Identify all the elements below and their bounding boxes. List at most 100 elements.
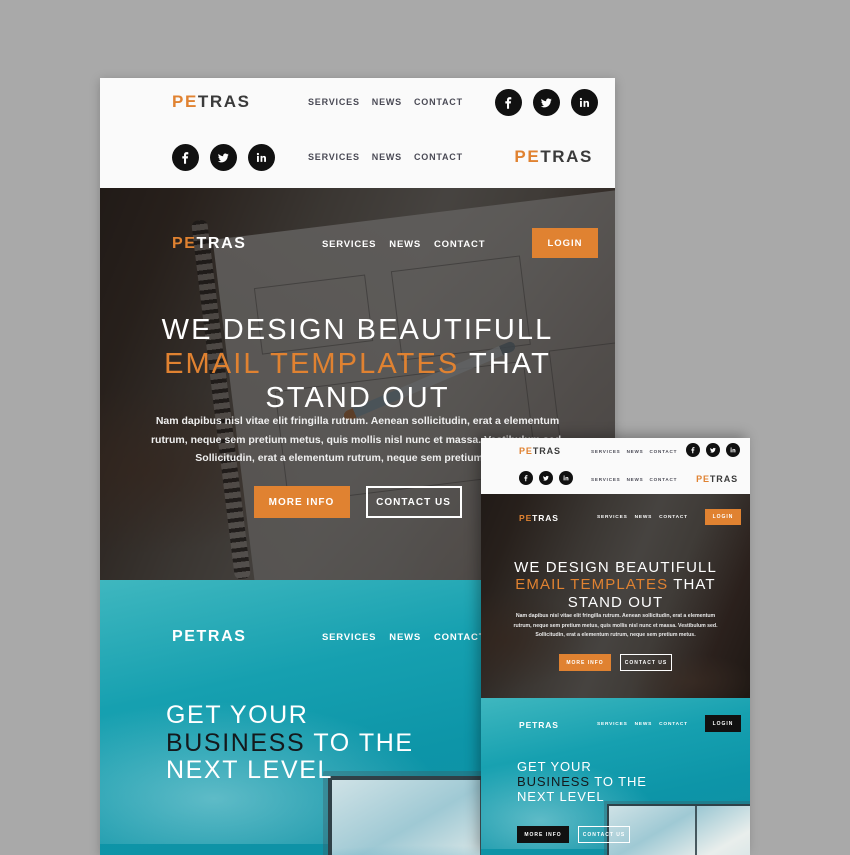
nav-item-news[interactable]: NEWS xyxy=(389,239,421,250)
logo-white[interactable]: PETRAS xyxy=(519,720,559,730)
nav-item-services[interactable]: SERVICES xyxy=(591,477,621,482)
facebook-icon[interactable] xyxy=(686,443,700,457)
header-variants-block: PETRAS SERVICES NEWS CONTACT SERVICES NE… xyxy=(100,78,615,188)
social-links-alt xyxy=(172,144,275,171)
hero-headline: WE DESIGN BEAUTIFULL EMAIL TEMPLATES THA… xyxy=(100,316,615,418)
more-info-button[interactable]: MORE INFO xyxy=(559,654,611,671)
contact-us-button[interactable]: CONTACT US xyxy=(365,486,462,518)
twitter-icon[interactable] xyxy=(210,144,237,171)
nav-item-news[interactable]: NEWS xyxy=(627,477,644,482)
nav-item-news[interactable]: NEWS xyxy=(372,152,402,162)
logo-prefix: PE xyxy=(696,474,710,484)
logo-suffix: TRAS xyxy=(197,92,251,111)
headline-line-3: NEXT LEVEL xyxy=(166,756,334,784)
logo[interactable]: PETRAS xyxy=(519,446,561,456)
logo-prefix: PE xyxy=(519,720,533,730)
login-button[interactable]: LOGIN xyxy=(705,715,741,732)
headline-accent: EMAIL TEMPLATES xyxy=(164,348,460,380)
logo[interactable]: PETRAS xyxy=(172,92,251,112)
teal-nav: SERVICES NEWS CONTACT xyxy=(322,632,485,643)
nav-item-services[interactable]: SERVICES xyxy=(308,97,360,107)
logo-suffix: TRAS xyxy=(709,474,738,484)
main-nav: SERVICES NEWS CONTACT xyxy=(591,449,677,454)
nav-item-services[interactable]: SERVICES xyxy=(597,722,628,727)
contact-us-button[interactable]: CONTACT US xyxy=(620,654,672,671)
nav-item-contact[interactable]: CONTACT xyxy=(650,477,678,482)
teal-cta-group: MORE INFO CONTACT US xyxy=(517,826,630,843)
social-links-alt xyxy=(519,471,573,485)
nav-item-services[interactable]: SERVICES xyxy=(322,632,376,643)
twitter-icon[interactable] xyxy=(533,89,560,116)
more-info-button[interactable]: MORE INFO xyxy=(517,826,569,843)
headline-line-2: EMAIL TEMPLATES THAT xyxy=(481,577,750,592)
window-mullion xyxy=(694,806,697,855)
headline-rest: TO THE xyxy=(589,773,647,789)
nav-item-contact[interactable]: CONTACT xyxy=(414,152,463,162)
logo-suffix: TRAS xyxy=(532,446,561,456)
email-template-preview-small: PETRAS SERVICES NEWS CONTACT SERVICES NE… xyxy=(481,438,750,855)
logo[interactable]: PETRAS xyxy=(519,513,559,523)
logo[interactable]: PETRAS xyxy=(172,235,247,253)
nav-item-contact[interactable]: CONTACT xyxy=(414,97,463,107)
linkedin-icon[interactable] xyxy=(559,471,573,485)
logo-prefix: PE xyxy=(519,513,533,523)
nav-item-news[interactable]: NEWS xyxy=(627,449,644,454)
headline-dark-word: BUSINESS xyxy=(517,773,590,789)
logo-white[interactable]: PETRAS xyxy=(172,628,247,646)
headline-rest: TO THE xyxy=(305,728,414,757)
headline-dark-word: BUSINESS xyxy=(166,728,306,757)
facebook-icon[interactable] xyxy=(172,144,199,171)
twitter-icon[interactable] xyxy=(706,443,720,457)
headline-line-1: WE DESIGN BEAUTIFULL xyxy=(161,314,554,346)
social-links xyxy=(686,443,740,457)
screenshot-canvas: PETRAS SERVICES NEWS CONTACT SERVICES NE… xyxy=(0,0,850,855)
twitter-icon[interactable] xyxy=(539,471,553,485)
nav-item-news[interactable]: NEWS xyxy=(635,722,653,727)
nav-item-services[interactable]: SERVICES xyxy=(322,239,376,250)
contact-us-button[interactable]: CONTACT US xyxy=(578,826,630,843)
nav-item-contact[interactable]: CONTACT xyxy=(434,632,485,643)
linkedin-icon[interactable] xyxy=(571,89,598,116)
headline-line-1: GET YOUR xyxy=(517,759,592,774)
nav-item-contact[interactable]: CONTACT xyxy=(659,722,688,727)
headline-line-3: NEXT LEVEL xyxy=(517,788,605,804)
logo-prefix: PE xyxy=(514,147,541,166)
linkedin-icon[interactable] xyxy=(726,443,740,457)
facebook-icon[interactable] xyxy=(495,89,522,116)
facebook-icon[interactable] xyxy=(519,471,533,485)
logo-suffix: TRAS xyxy=(532,720,559,730)
nav-item-services[interactable]: SERVICES xyxy=(597,515,628,520)
more-info-button[interactable]: MORE INFO xyxy=(253,486,350,518)
nav-item-news[interactable]: NEWS xyxy=(372,97,402,107)
logo-suffix: TRAS xyxy=(196,628,247,645)
small-header-variants-block: PETRAS SERVICES NEWS CONTACT SERVICES NE… xyxy=(481,438,750,494)
logo-alt[interactable]: PETRAS xyxy=(696,474,738,484)
small-hero-teal-section: PETRAS SERVICES NEWS CONTACT LOGIN GET Y… xyxy=(481,698,750,855)
nav-item-news[interactable]: NEWS xyxy=(389,632,421,643)
headline-rest: THAT xyxy=(668,576,716,594)
main-nav-alt: SERVICES NEWS CONTACT xyxy=(308,152,463,162)
logo-suffix: TRAS xyxy=(540,147,593,166)
nav-item-news[interactable]: NEWS xyxy=(635,515,653,520)
nav-item-services[interactable]: SERVICES xyxy=(591,449,621,454)
linkedin-icon[interactable] xyxy=(248,144,275,171)
headline-line-1: GET YOUR xyxy=(166,701,309,729)
headline-line-2: BUSINESS TO THE xyxy=(517,773,647,790)
hero-cta-group: MORE INFO CONTACT US xyxy=(481,654,750,671)
nav-item-services[interactable]: SERVICES xyxy=(308,152,360,162)
logo-alt[interactable]: PETRAS xyxy=(514,147,593,167)
logo-prefix: PE xyxy=(172,235,197,252)
headline-line-2: BUSINESS TO THE xyxy=(166,728,414,758)
header-variant-logo-left: PETRAS SERVICES NEWS CONTACT xyxy=(100,78,615,133)
nav-item-contact[interactable]: CONTACT xyxy=(434,239,485,250)
social-links xyxy=(495,89,598,116)
login-button[interactable]: LOGIN xyxy=(532,228,598,258)
nav-item-contact[interactable]: CONTACT xyxy=(659,515,688,520)
login-button[interactable]: LOGIN xyxy=(705,509,741,525)
headline-line-2: EMAIL TEMPLATES THAT xyxy=(100,350,615,379)
logo-prefix: PE xyxy=(519,446,533,456)
nav-item-contact[interactable]: CONTACT xyxy=(650,449,678,454)
hero-nav: SERVICES NEWS CONTACT xyxy=(322,239,485,250)
headline-line-3: STAND OUT xyxy=(567,593,664,611)
headline-accent: EMAIL TEMPLATES xyxy=(515,576,669,594)
